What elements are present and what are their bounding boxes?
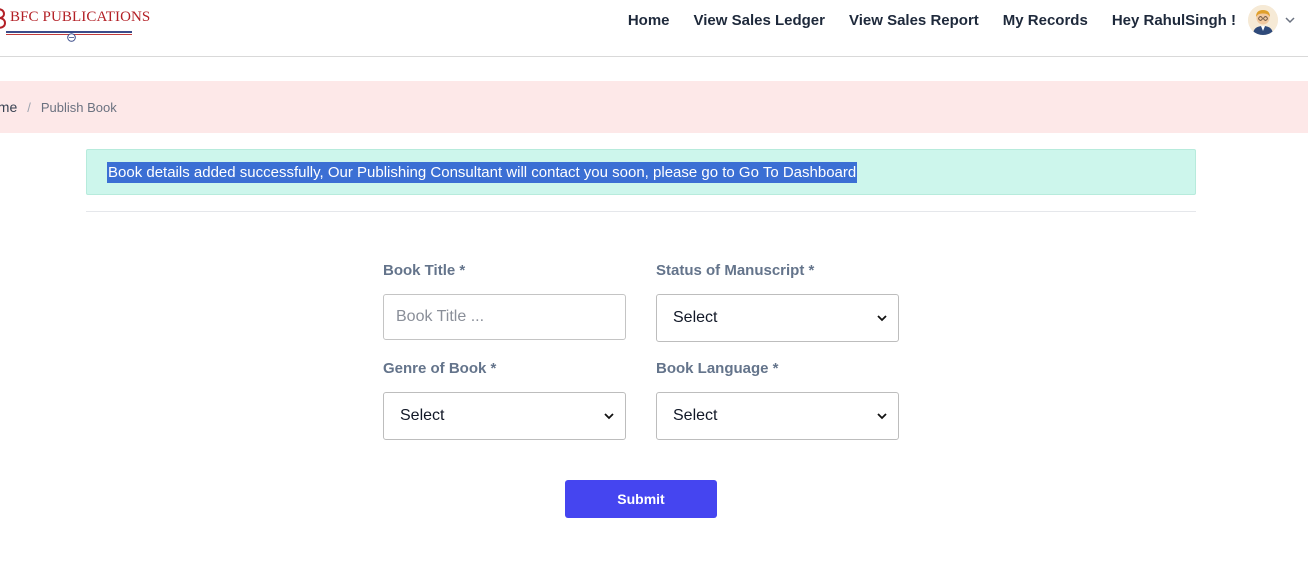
success-alert: Book details added successfully, Our Pub…	[86, 149, 1196, 195]
status-of-manuscript-value: Select	[673, 309, 718, 326]
breadcrumb-current: Publish Book	[40, 99, 117, 115]
nav-home[interactable]: Home	[628, 12, 670, 29]
user-avatar-icon[interactable]	[1248, 5, 1278, 35]
status-of-manuscript-label: Status of Manuscript *	[656, 262, 815, 279]
breadcrumb-separator: /	[27, 99, 31, 115]
user-greeting[interactable]: Hey RahulSingh !	[1112, 12, 1236, 29]
chevron-down-icon[interactable]	[1284, 14, 1296, 26]
status-of-manuscript-select[interactable]: Select	[656, 294, 899, 342]
book-language-value: Select	[673, 407, 718, 424]
brand-logo[interactable]: BFC PUBLICATIONS	[0, 6, 151, 42]
alert-message: Book details added successfully, Our Pub…	[107, 161, 858, 183]
logo-emblem-icon	[67, 29, 76, 42]
genre-of-book-value: Select	[400, 407, 445, 424]
book-title-input[interactable]	[383, 294, 626, 340]
main-nav: Home View Sales Ledger View Sales Report…	[604, 0, 1296, 40]
logo-mark-icon	[0, 7, 6, 29]
breadcrumb-home[interactable]: ome	[0, 99, 17, 115]
genre-of-book-label: Genre of Book *	[383, 360, 497, 377]
chevron-down-icon	[603, 410, 615, 422]
nav-view-sales-ledger[interactable]: View Sales Ledger	[694, 12, 825, 29]
breadcrumb-bar: ome / Publish Book	[0, 81, 1308, 133]
brand-name: BFC PUBLICATIONS	[10, 9, 151, 25]
chevron-down-icon	[876, 312, 888, 324]
top-header: BFC PUBLICATIONS Home View Sales Ledger …	[0, 0, 1308, 57]
submit-button[interactable]: Submit	[565, 480, 717, 518]
nav-view-sales-report[interactable]: View Sales Report	[849, 12, 979, 29]
divider	[86, 211, 1196, 212]
book-language-select[interactable]: Select	[656, 392, 899, 440]
chevron-down-icon	[876, 410, 888, 422]
genre-of-book-select[interactable]: Select	[383, 392, 626, 440]
book-title-label: Book Title *	[383, 262, 466, 279]
book-language-label: Book Language *	[656, 360, 779, 377]
nav-my-records[interactable]: My Records	[1003, 12, 1088, 29]
breadcrumb: ome / Publish Book	[0, 81, 117, 133]
